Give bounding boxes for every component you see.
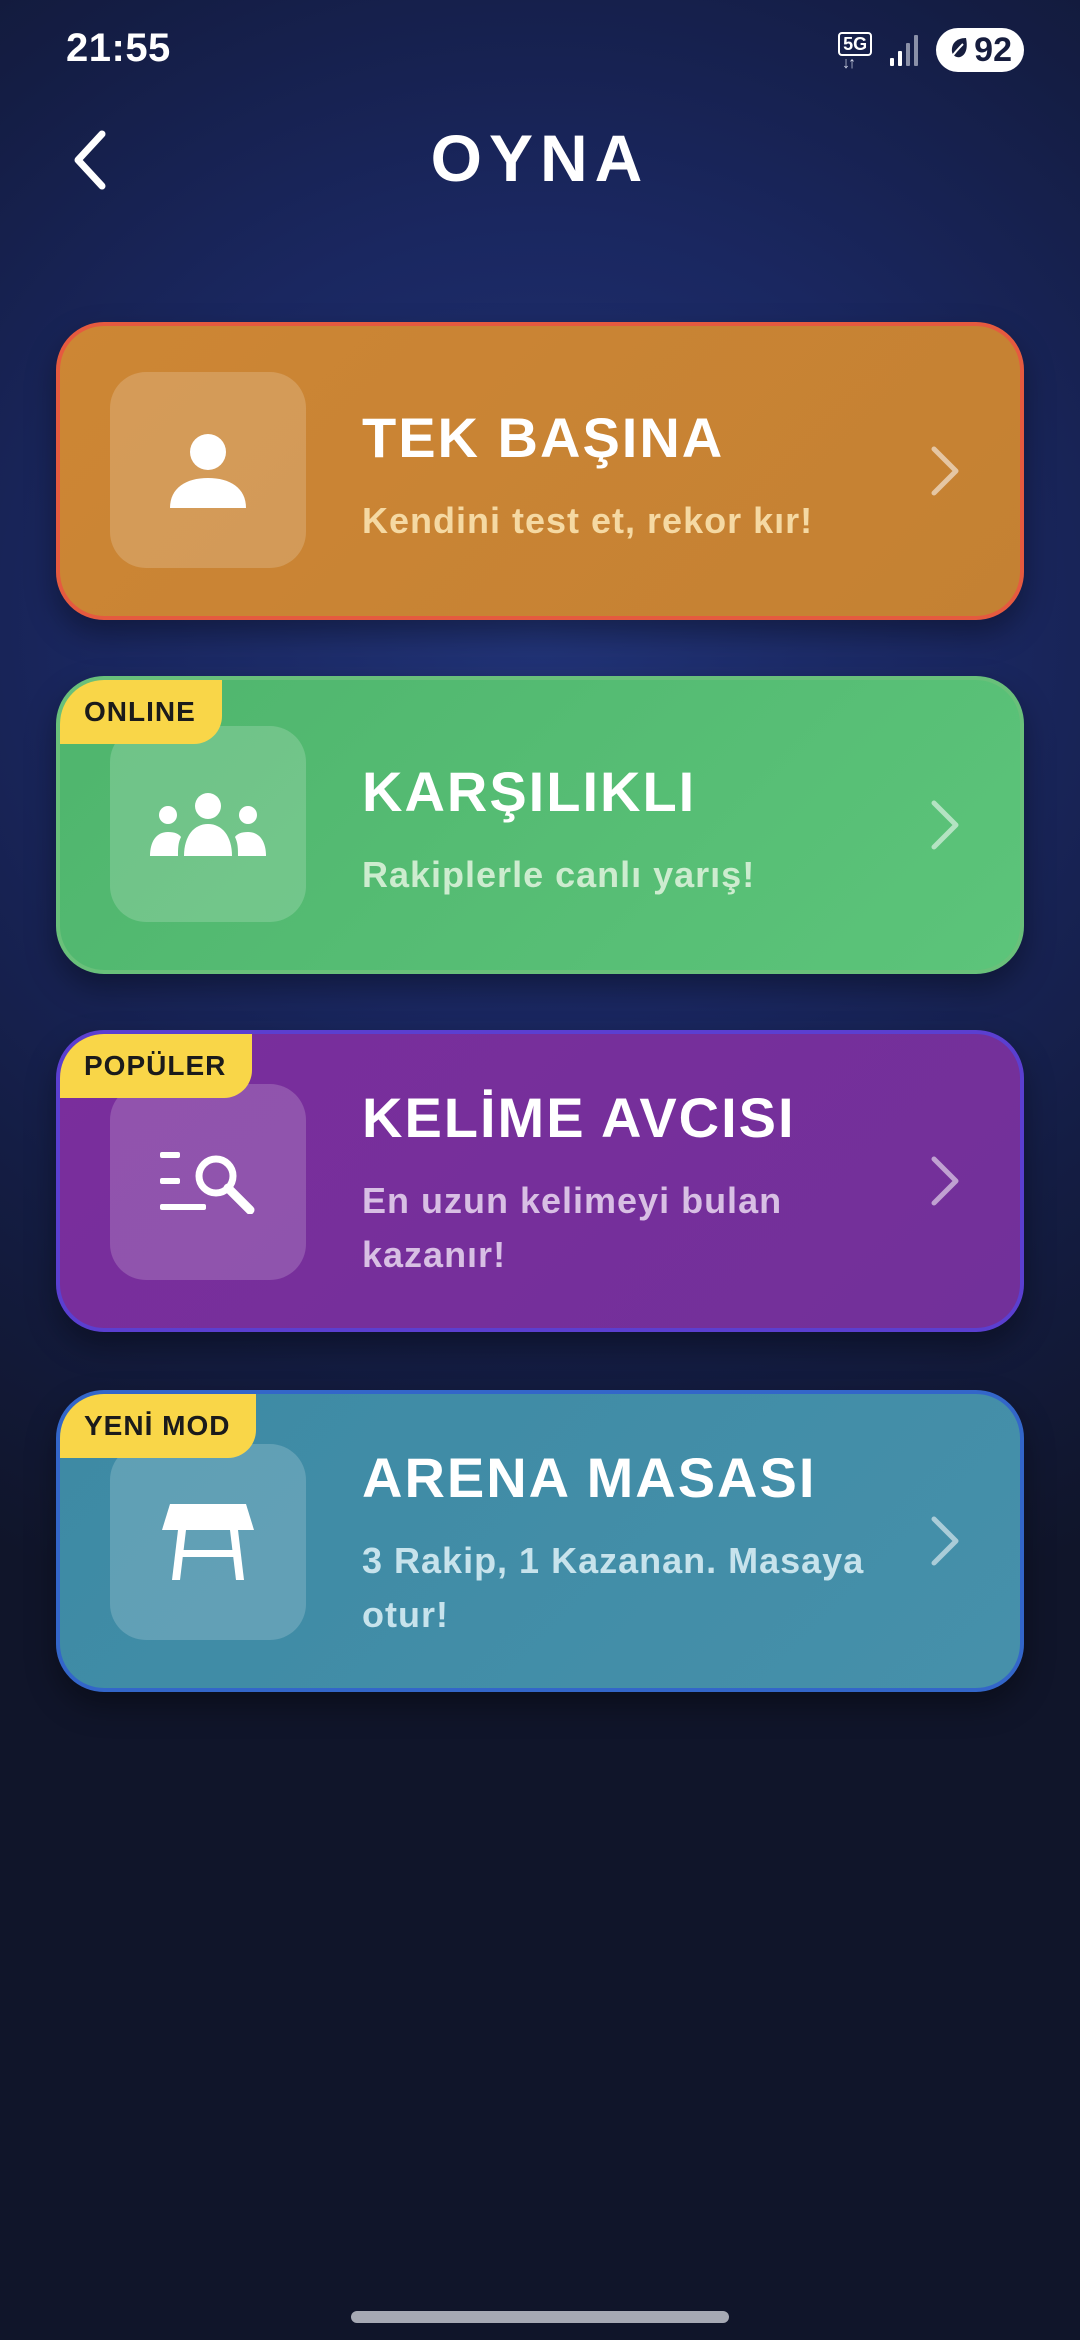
- network-5g-icon: 5G ↓↑: [836, 28, 874, 72]
- mode-card-solo[interactable]: TEK BAŞINA Kendini test et, rekor kır!: [56, 322, 1024, 620]
- person-icon: [170, 434, 246, 508]
- status-time: 21:55: [66, 26, 171, 70]
- icon-tile: [110, 1444, 306, 1640]
- mode-badge: POPÜLER: [60, 1034, 253, 1098]
- chevron-right-icon: [931, 446, 959, 496]
- chevron-right-icon: [931, 1156, 959, 1206]
- status-bar: 21:55 5G ↓↑ 92: [0, 0, 1080, 100]
- chevron-right-icon: [931, 1516, 959, 1566]
- list-search-icon: [160, 1152, 255, 1214]
- data-arrows-icon: ↓↑: [842, 55, 856, 72]
- home-indicator[interactable]: [351, 2311, 729, 2323]
- battery-indicator: 92: [936, 28, 1024, 72]
- battery-saver-icon: [948, 36, 970, 65]
- status-icons: 5G ↓↑ 92: [836, 26, 1024, 74]
- mode-title: ARENA MASASI: [362, 1446, 817, 1509]
- mode-subtitle: Kendini test et, rekor kır!: [362, 500, 814, 541]
- mode-subtitle: 3 Rakip, 1 Kazanan. Masaya otur!: [362, 1540, 865, 1635]
- table-icon: [162, 1504, 254, 1580]
- icon-tile: [110, 1084, 306, 1280]
- mode-card-online[interactable]: KARŞILIKLI Rakiplerle canlı yarış! ONLIN…: [56, 676, 1024, 974]
- mode-badge: YENİ MOD: [60, 1394, 257, 1458]
- mode-card-word-hunter[interactable]: KELİME AVCISI En uzun kelimeyi bulan kaz…: [56, 1030, 1024, 1332]
- mode-card-arena-table[interactable]: ARENA MASASI 3 Rakip, 1 Kazanan. Masaya …: [56, 1390, 1024, 1692]
- mode-subtitle: En uzun kelimeyi bulan kazanır!: [362, 1180, 783, 1275]
- mode-title: KARŞILIKLI: [362, 760, 697, 823]
- battery-level: 92: [974, 31, 1012, 69]
- mode-subtitle: Rakiplerle canlı yarış!: [362, 854, 756, 895]
- signal-strength-icon: [888, 32, 922, 68]
- mode-title: KELİME AVCISI: [362, 1086, 796, 1149]
- mode-badge: ONLINE: [60, 680, 222, 744]
- icon-tile: [110, 726, 306, 922]
- network-label: 5G: [838, 32, 873, 56]
- mode-title: TEK BAŞINA: [362, 406, 725, 469]
- chevron-right-icon: [931, 800, 959, 850]
- group-icon: [150, 793, 266, 856]
- page-title: OYNA: [430, 121, 650, 195]
- icon-tile: [110, 372, 306, 568]
